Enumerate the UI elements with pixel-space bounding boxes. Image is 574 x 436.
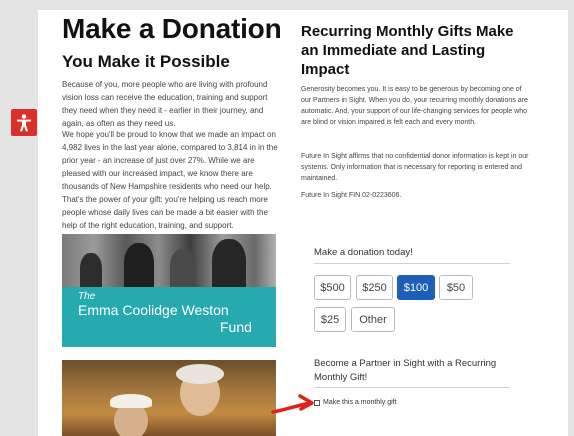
community-photo [62, 234, 276, 287]
amount-50-button[interactable]: $50 [439, 275, 473, 300]
privacy-paragraph: Future In Sight affirms that no confiden… [301, 153, 529, 182]
accessibility-icon [17, 113, 31, 132]
fund-banner-the: The [78, 291, 96, 302]
accessibility-button[interactable] [11, 109, 37, 136]
intro-paragraph: Because of you, more people who are livi… [62, 80, 268, 128]
amount-500-button[interactable]: $500 [314, 275, 351, 300]
monthly-gift-label[interactable]: Make this a monthly gift [323, 399, 397, 406]
fund-banner-fund: Fund [220, 319, 252, 335]
fund-banner: The Emma Coolidge Weston Fund [62, 287, 276, 347]
amount-250-button[interactable]: $250 [356, 275, 393, 300]
impact-paragraph: We hope you'll be proud to know that we … [62, 130, 278, 230]
partner-heading: Become a Partner in Sight with a Recurri… [314, 358, 497, 383]
red-arrow-annotation [271, 394, 314, 414]
fein-text: Future In Sight FIN 02-0223606. [301, 192, 402, 199]
partner-divider [314, 387, 510, 388]
fund-banner-name: Emma Coolidge Weston [78, 302, 229, 318]
amount-25-button[interactable]: $25 [314, 307, 346, 332]
page-subtitle: You Make it Possible [62, 52, 230, 71]
amount-100-button[interactable]: $100 [397, 275, 435, 300]
recurring-paragraph: Generosity becomes you. It is easy to be… [301, 86, 528, 126]
people-photo [62, 360, 276, 436]
donation-heading: Make a donation today! [314, 247, 413, 258]
recurring-title: Recurring Monthly Gifts Make an Immediat… [301, 23, 514, 78]
donation-divider [314, 263, 510, 264]
page-title: Make a Donation [62, 13, 282, 44]
amount-other-button[interactable]: Other [351, 307, 395, 332]
page-content: Make a Donation You Make it Possible Bec… [38, 10, 568, 436]
